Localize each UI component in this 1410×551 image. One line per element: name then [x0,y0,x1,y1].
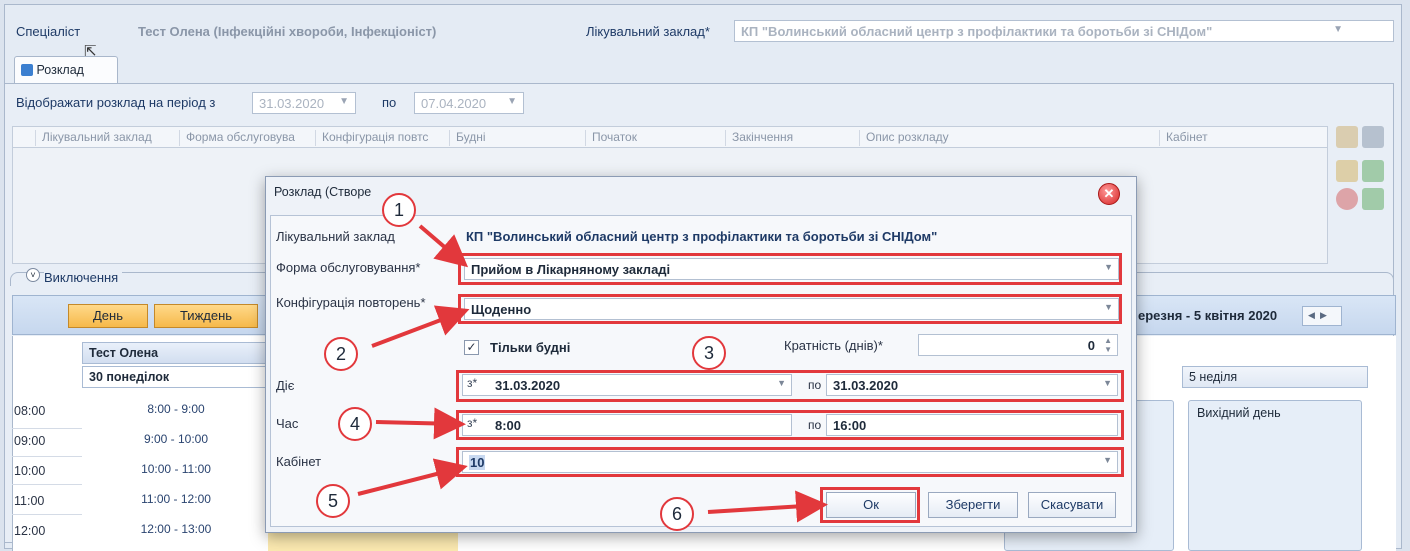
annotation-marker: 4 [338,407,372,441]
annotation-marker: 5 [316,484,350,518]
annotation-marker: 6 [660,497,694,531]
annotation-arrows [357,224,828,523]
annotation-marker: 1 [382,193,416,227]
annotation-marker: 2 [324,337,358,371]
annotation-marker: 3 [692,336,726,370]
